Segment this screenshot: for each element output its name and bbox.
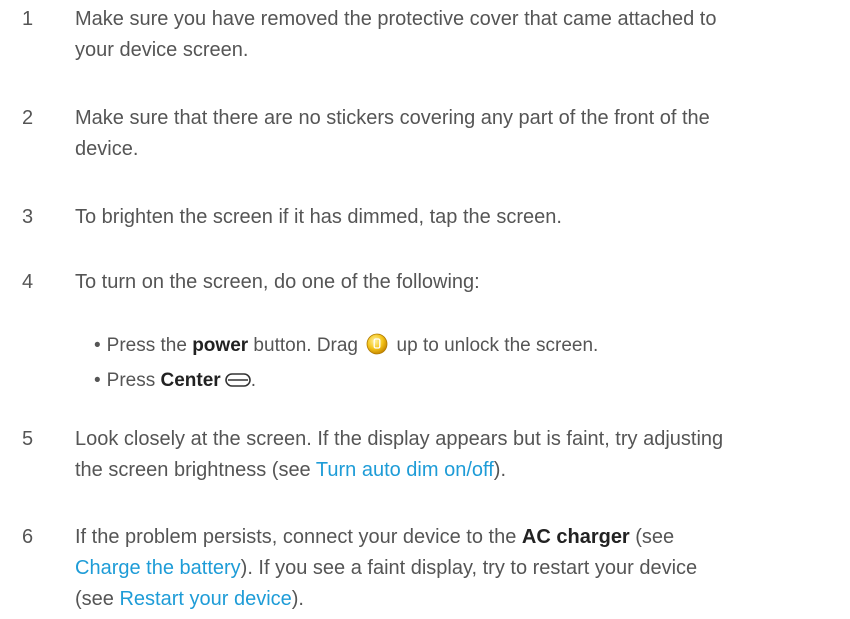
bullet-power: • Press the power button. Drag up to unlo… [94,330,794,361]
center-label: Center [160,370,221,391]
bullet-pre: Press the [106,335,193,356]
step-text: Make sure that there are no stickers cov… [75,107,710,160]
step-number: 2 [22,107,34,129]
bullet-pre: Press [106,370,161,391]
text-segment: ). [493,459,506,481]
step-number: 6 [22,526,34,548]
step-text: To turn on the screen, do one of the fol… [75,271,480,293]
step-number: 4 [22,271,34,293]
link-restart-device[interactable]: Restart your device [119,588,291,610]
step-number: 1 [22,8,34,30]
bullet-post: up to unlock the screen. [391,335,599,356]
bullet-dot: • [94,335,101,356]
text-segment: (see [629,526,675,548]
bullet-post: . [250,370,256,391]
link-charge-battery[interactable]: Charge the battery [75,557,241,579]
text-segment: ). [291,588,304,610]
link-turn-auto-dim[interactable]: Turn auto dim on/off [316,459,494,481]
center-button-icon [224,373,251,387]
bullet-center: • Press Center . [94,365,794,396]
bullet-mid: button. Drag [248,335,364,356]
ac-charger-label: AC charger [521,526,630,548]
step-text: Make sure you have removed the protectiv… [75,8,717,61]
step-text: If the problem persists, connect your de… [75,522,735,615]
step-number: 5 [22,428,34,450]
step-text: Look closely at the screen. If the displ… [75,424,735,486]
troubleshooting-page: 1 Make sure you have removed the protect… [0,0,850,619]
step-text: To brighten the screen if it has dimmed,… [75,206,562,228]
bullet-dot: • [94,370,101,391]
step-number: 3 [22,206,34,228]
power-label: power [192,335,249,356]
unlock-icon [366,333,388,355]
text-segment: If the problem persists, connect your de… [75,526,522,548]
